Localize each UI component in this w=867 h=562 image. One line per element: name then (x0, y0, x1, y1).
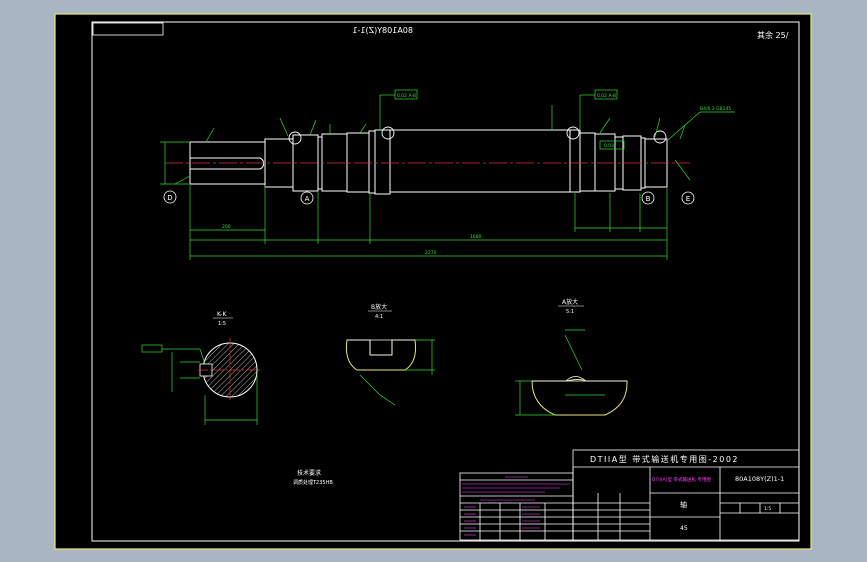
section-kk-scale: 1:5 (218, 321, 226, 327)
detail-a-label: A放大 (562, 298, 578, 306)
tolerance-frame-3-text: 0.03 (604, 143, 614, 149)
detail-a-scale: 5:1 (566, 309, 574, 315)
roughness-note: 其余 25/ (757, 30, 789, 40)
datum-d-label: D (167, 194, 172, 202)
tolerance-frame-2-text: 0.02 A-B (597, 93, 616, 99)
notes-heading: 技术要求 (297, 469, 321, 477)
cad-viewport[interactable]: 80A108Y(Z)1-1 其余 25/ D A B E 0.02 A-B 0.… (0, 0, 867, 562)
drawing-code-mirrored: 80A108Y(Z)1-1 (352, 26, 413, 35)
title-block-material: 45 (680, 525, 688, 532)
tolerance-frame-1-text: 0.02 A-B (397, 93, 416, 99)
detail-b-scale: 4:1 (375, 314, 383, 320)
title-block-drawing-code: 80A108Y(Z)1-1 (735, 475, 784, 483)
detail-b-label: B放大 (371, 303, 387, 311)
centering-hole-note: B4/6.3 GB145 (700, 106, 731, 112)
notes-line1: 调质处理T235HB (293, 479, 333, 486)
datum-b-label: B (646, 195, 651, 203)
datum-e-label: E (686, 195, 690, 203)
title-block-spec: DTII(A)型 带式输送机 专用图 (652, 476, 711, 483)
title-block-part-name: 轴 (680, 500, 687, 509)
drawing-sheet (54, 13, 812, 550)
dim-left-segment: 200 (222, 224, 231, 230)
title-block-scale: 1:5 (764, 506, 771, 512)
section-kk-label: K-K (217, 311, 227, 318)
dim-total-length: 2270 (425, 250, 437, 256)
datum-a-label: A (305, 195, 310, 203)
title-block-header: DTIIA型 带式输送机专用图-2002 (590, 454, 739, 464)
dim-middle-length: 1680 (470, 234, 482, 240)
